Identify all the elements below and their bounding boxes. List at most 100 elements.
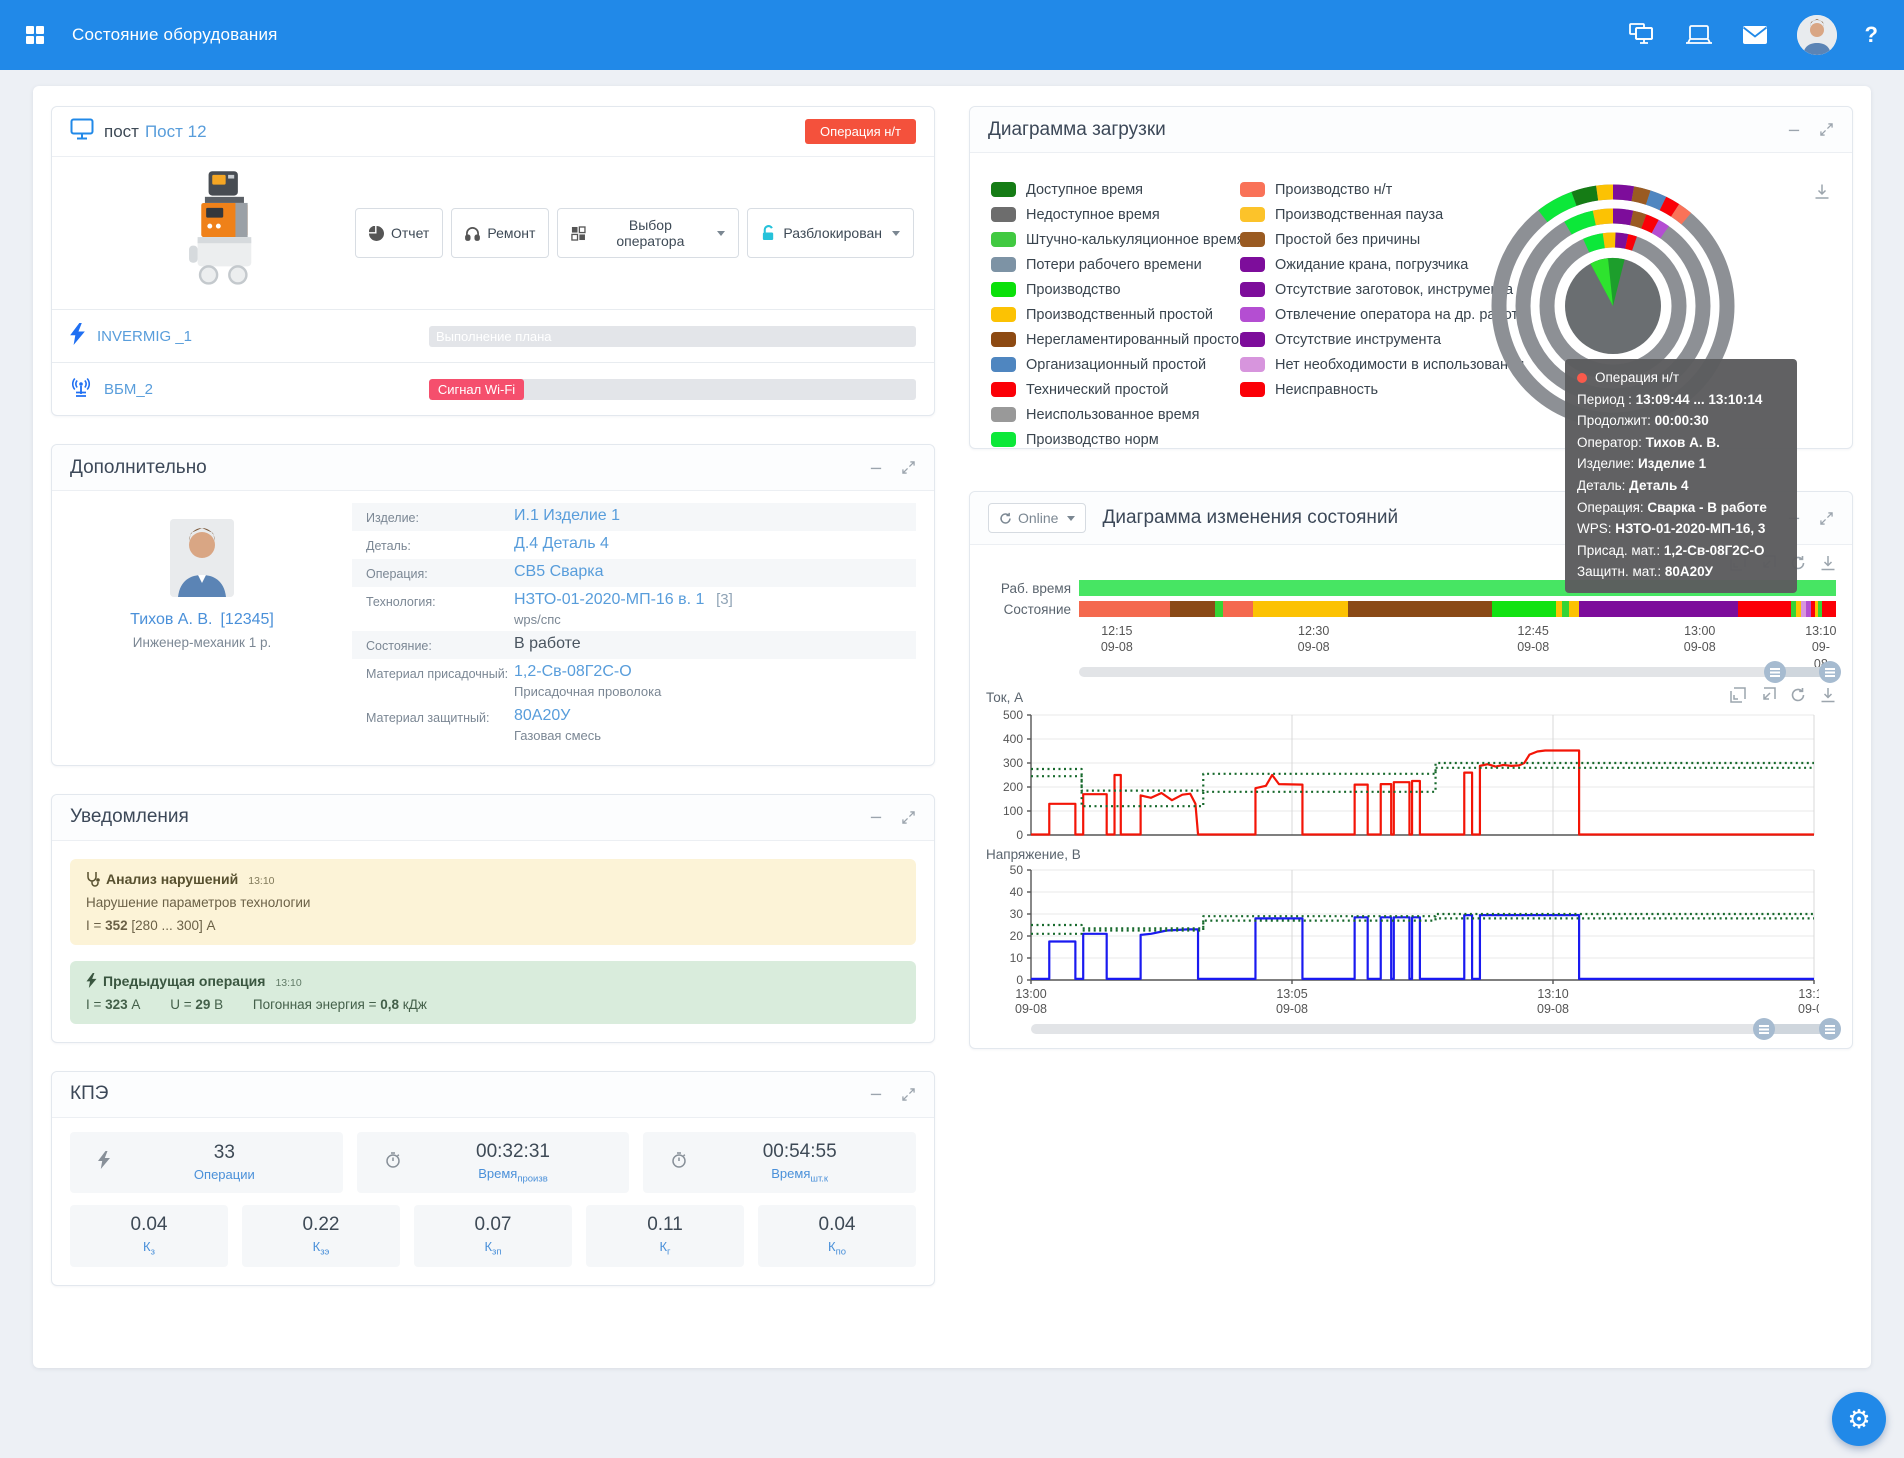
kpi-tile[interactable]: 0.11 Кг — [586, 1205, 744, 1267]
legend-item[interactable]: Доступное время — [991, 177, 1247, 202]
details-card: Дополнительно — [51, 444, 935, 766]
unlock-icon — [761, 225, 776, 241]
download-icon[interactable] — [1820, 687, 1836, 703]
kpi-value: 33 — [116, 1142, 333, 1164]
legend-item[interactable]: Недоступное время — [991, 202, 1247, 227]
kpi-tile[interactable]: 0.04Кпо — [758, 1205, 916, 1267]
download-icon[interactable] — [1820, 555, 1836, 571]
current-chart-title: Ток, А — [986, 690, 1023, 705]
minimize-icon[interactable] — [1786, 122, 1802, 138]
clock-icon — [385, 1152, 401, 1173]
expand-icon[interactable] — [900, 809, 916, 825]
svg-text:10: 10 — [1010, 951, 1024, 965]
kpi-label[interactable]: Времяпроизв — [407, 1166, 620, 1185]
technology-link[interactable]: НЗТО-01-2020-МП-16 в. 1 — [514, 591, 704, 608]
download-icon[interactable] — [1814, 183, 1830, 199]
minimize-icon[interactable] — [868, 460, 884, 476]
kpi-label[interactable]: Кз — [80, 1239, 218, 1258]
monitors-icon[interactable] — [1629, 23, 1657, 47]
pie-chart-icon — [369, 226, 384, 241]
legend-item[interactable]: Неиспользованное время — [991, 402, 1247, 427]
status-dot-icon — [1577, 373, 1587, 383]
unlock-button[interactable]: Разблокирован — [747, 208, 914, 258]
product-link[interactable]: И.1 Изделие 1 — [514, 507, 620, 524]
expand-icon[interactable] — [1818, 122, 1834, 138]
kpi-value: 0.07 — [424, 1214, 562, 1236]
zoom-box-icon[interactable] — [1730, 687, 1746, 703]
part-link[interactable]: Д.4 Деталь 4 — [514, 535, 609, 552]
card-title: Диаграмма изменения состояний — [1102, 507, 1398, 529]
minimize-icon[interactable] — [868, 1086, 884, 1102]
post-name-link[interactable]: Пост 12 — [145, 122, 207, 142]
kpi-label[interactable]: Кг — [596, 1239, 734, 1258]
operator-select-button[interactable]: Выбор оператора — [557, 208, 739, 258]
voltage-line-chart[interactable]: 0102030405013:0009-0813:0509-0813:1009-0… — [986, 862, 1819, 1020]
time-range-slider[interactable] — [1031, 1024, 1836, 1034]
expand-icon[interactable] — [900, 1086, 916, 1102]
voltage-chart-title: Напряжение, В — [986, 847, 1081, 862]
kpi-label[interactable]: Операции — [116, 1167, 333, 1182]
operator-role: Инженер-механик 1 р. — [133, 635, 271, 650]
slider-handle-right[interactable] — [1819, 1018, 1841, 1040]
minimize-icon[interactable] — [868, 809, 884, 825]
kpi-label[interactable]: Кзэ — [252, 1239, 390, 1258]
state-range-slider[interactable] — [1079, 667, 1836, 677]
table-row: Материал защитный: 80А20У Газовая смесь — [352, 703, 916, 747]
legend-swatch — [991, 207, 1016, 222]
expand-icon[interactable] — [900, 460, 916, 476]
help-icon[interactable]: ? — [1865, 22, 1878, 48]
device-row-invermig: INVERMIG _1 Выполнение плана — [52, 309, 934, 362]
kpi-tile[interactable]: 0.07 Кзп — [414, 1205, 572, 1267]
wifi-signal-badge: Сигнал Wi-Fi — [429, 379, 524, 400]
table-row: Технология: НЗТО-01-2020-МП-16 в. 1 [3] … — [352, 587, 916, 631]
slider-handle-left[interactable] — [1764, 661, 1786, 683]
card-title: КПЭ — [70, 1083, 108, 1105]
online-toggle-button[interactable]: Online — [988, 503, 1086, 533]
settings-fab-button[interactable]: ⚙ — [1832, 1392, 1886, 1446]
post-card: пост Пост 12 Операция н/т — [51, 106, 935, 416]
legend-item[interactable]: Организационный простой — [991, 352, 1247, 377]
shielding-material-link[interactable]: 80А20У — [514, 707, 570, 724]
operator-name-link[interactable]: Тихов А. В.[12345] — [130, 611, 274, 629]
filler-material-link[interactable]: 1,2-Св-08Г2С-О — [514, 663, 632, 680]
legend-item[interactable]: Производство норм — [991, 427, 1247, 452]
kpi-tile[interactable]: 00:32:31Времяпроизв — [357, 1132, 630, 1194]
current-line-chart[interactable]: 0100200300400500 — [986, 707, 1819, 845]
refresh-icon[interactable] — [1790, 687, 1806, 703]
kpi-tile[interactable]: 0.22Кзэ — [242, 1205, 400, 1267]
kpi-label[interactable]: Кзп — [424, 1239, 562, 1258]
repair-button[interactable]: Ремонт — [451, 208, 549, 258]
state-bar[interactable] — [1079, 601, 1836, 617]
svg-text:09-08: 09-08 — [1798, 1002, 1819, 1016]
chevron-down-icon — [717, 231, 725, 236]
user-avatar[interactable] — [1797, 15, 1837, 55]
operation-status-badge: Операция н/т — [805, 119, 916, 144]
device-name-link[interactable]: ВБМ_2 — [104, 381, 153, 398]
expand-icon[interactable] — [1818, 510, 1834, 526]
app-grid-icon[interactable] — [26, 26, 44, 44]
report-button[interactable]: Отчет — [355, 208, 443, 258]
device-name-link[interactable]: INVERMIG _1 — [97, 328, 192, 345]
kpi-label[interactable]: Кпо — [768, 1239, 906, 1258]
violation-alert[interactable]: Анализ нарушений 13:10 Нарушение парамет… — [70, 859, 916, 945]
legend-item[interactable]: Производственный простой — [991, 302, 1247, 327]
legend-item[interactable]: Штучно-калькуляционное время — [991, 227, 1247, 252]
legend-item[interactable]: Технический простой — [991, 377, 1247, 402]
kpi-tile[interactable]: 00:54:55Времяшт.к — [643, 1132, 916, 1194]
operation-link[interactable]: СВ5 Сварка — [514, 563, 604, 580]
legend-item[interactable]: Потери рабочего времени — [991, 252, 1247, 277]
mail-icon[interactable] — [1741, 23, 1769, 47]
kpi-value: 0.11 — [596, 1214, 734, 1236]
kpi-label[interactable]: Времяшт.к — [693, 1166, 906, 1185]
previous-operation-alert[interactable]: Предыдущая операция 13:10 I = 323 А U = … — [70, 961, 916, 1024]
main-container: пост Пост 12 Операция н/т — [33, 86, 1871, 1368]
slider-handle-right[interactable] — [1819, 661, 1841, 683]
legend-item[interactable]: Нерегламентированный простой — [991, 327, 1247, 352]
slider-handle-left[interactable] — [1753, 1018, 1775, 1040]
zoom-back-icon[interactable] — [1760, 687, 1776, 703]
legend-item[interactable]: Производство — [991, 277, 1247, 302]
kpi-tile[interactable]: 33 Операции — [70, 1132, 343, 1194]
row-label-state: Состояние — [986, 602, 1079, 617]
laptop-icon[interactable] — [1685, 23, 1713, 47]
kpi-tile[interactable]: 0.04Кз — [70, 1205, 228, 1267]
